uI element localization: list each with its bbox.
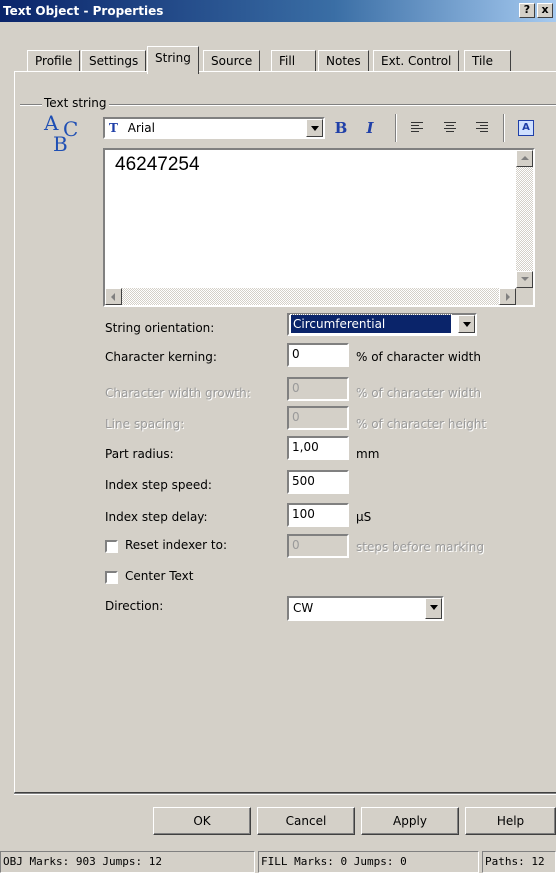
index-speed-label: Index step speed: bbox=[105, 478, 212, 492]
window-title: Text Object - Properties bbox=[3, 4, 164, 18]
center-text-label: Center Text bbox=[125, 569, 194, 583]
italic-button[interactable]: I bbox=[359, 117, 381, 139]
toolbar-separator bbox=[503, 114, 505, 142]
status-bar: OBJ Marks: 903 Jumps: 12 FILL Marks: 0 J… bbox=[0, 848, 556, 873]
width-growth-input: 0 bbox=[287, 377, 349, 401]
font-name: Arial bbox=[127, 121, 155, 135]
status-obj: OBJ Marks: 903 Jumps: 12 bbox=[0, 851, 255, 873]
direction-select[interactable]: CW bbox=[287, 596, 444, 621]
status-paths: Paths: 12 bbox=[482, 851, 556, 873]
index-delay-unit: µS bbox=[356, 510, 372, 524]
index-delay-input[interactable]: 100 bbox=[287, 503, 349, 527]
ok-button[interactable]: OK bbox=[153, 807, 251, 835]
line-spacing-unit: % of character height bbox=[356, 417, 487, 431]
chevron-down-icon[interactable] bbox=[458, 315, 475, 333]
font-select[interactable]: T Arial bbox=[103, 117, 325, 139]
part-radius-unit: mm bbox=[356, 447, 380, 461]
kerning-label: Character kerning: bbox=[105, 350, 217, 364]
part-radius-input[interactable]: 1,00 bbox=[287, 436, 349, 460]
width-growth-label: Character width growth: bbox=[105, 386, 251, 400]
status-fill: FILL Marks: 0 Jumps: 0 bbox=[258, 851, 479, 873]
reset-indexer-unit: steps before marking bbox=[356, 540, 484, 554]
apply-button[interactable]: Apply bbox=[361, 807, 459, 835]
align-left-icon[interactable] bbox=[406, 117, 428, 139]
tab-tile[interactable]: Tile bbox=[464, 50, 511, 72]
help-title-button[interactable]: ? bbox=[519, 3, 535, 18]
help-button[interactable]: Help bbox=[465, 807, 556, 835]
reset-indexer-input: 0 bbox=[287, 534, 349, 558]
tab-string[interactable]: String bbox=[147, 46, 199, 74]
orientation-select[interactable]: Circumferential bbox=[287, 313, 477, 336]
index-speed-input[interactable]: 500 bbox=[287, 470, 349, 494]
autofit-icon[interactable]: A bbox=[515, 117, 537, 139]
align-right-icon[interactable] bbox=[471, 117, 493, 139]
tab-notes[interactable]: Notes bbox=[318, 50, 369, 72]
cancel-button[interactable]: Cancel bbox=[257, 807, 355, 835]
reset-indexer-checkbox[interactable] bbox=[105, 540, 118, 553]
center-text-checkbox[interactable] bbox=[105, 571, 118, 584]
orientation-value: Circumferential bbox=[290, 314, 452, 334]
toolbar-separator bbox=[395, 114, 397, 142]
group-label: Text string bbox=[42, 96, 109, 110]
line-spacing-input: 0 bbox=[287, 406, 349, 430]
bold-button[interactable]: B bbox=[330, 117, 352, 139]
scroll-up-icon[interactable] bbox=[516, 150, 533, 167]
close-title-button[interactable]: x bbox=[537, 3, 553, 18]
part-radius-label: Part radius: bbox=[105, 447, 174, 461]
tab-fill[interactable]: Fill bbox=[271, 50, 316, 72]
title-bar: Text Object - Properties ? x bbox=[0, 0, 556, 22]
text-string-logo-icon: A C B bbox=[44, 111, 79, 156]
button-row-divider bbox=[14, 793, 556, 795]
truetype-icon: T bbox=[109, 121, 118, 135]
direction-label: Direction: bbox=[105, 599, 164, 613]
scroll-left-icon[interactable] bbox=[105, 288, 122, 305]
width-growth-unit: % of character width bbox=[356, 386, 481, 400]
tab-strip: Profile Settings String Source Fill Note… bbox=[0, 46, 556, 74]
tab-source[interactable]: Source bbox=[203, 50, 261, 72]
scroll-down-icon[interactable] bbox=[516, 271, 533, 288]
vertical-scrollbar[interactable] bbox=[516, 150, 533, 288]
tab-settings[interactable]: Settings bbox=[81, 50, 147, 72]
chevron-down-icon[interactable] bbox=[425, 598, 442, 619]
reset-indexer-label: Reset indexer to: bbox=[125, 538, 228, 552]
scroll-corner bbox=[516, 288, 533, 305]
direction-value: CW bbox=[293, 601, 314, 615]
text-string-input[interactable]: 46247254 bbox=[103, 148, 535, 307]
kerning-input[interactable]: 0 bbox=[287, 343, 349, 367]
line-spacing-label: Line spacing: bbox=[105, 417, 185, 431]
tab-profile[interactable]: Profile bbox=[27, 50, 81, 72]
orientation-label: String orientation: bbox=[105, 321, 215, 335]
scroll-right-icon[interactable] bbox=[499, 288, 516, 305]
horizontal-scrollbar[interactable] bbox=[105, 288, 516, 305]
align-center-icon[interactable] bbox=[439, 117, 461, 139]
index-delay-label: Index step delay: bbox=[105, 510, 208, 524]
kerning-unit: % of character width bbox=[356, 350, 481, 364]
chevron-down-icon[interactable] bbox=[306, 119, 323, 137]
text-string-value: 46247254 bbox=[115, 154, 200, 175]
tab-ext-control[interactable]: Ext. Control bbox=[373, 50, 460, 72]
